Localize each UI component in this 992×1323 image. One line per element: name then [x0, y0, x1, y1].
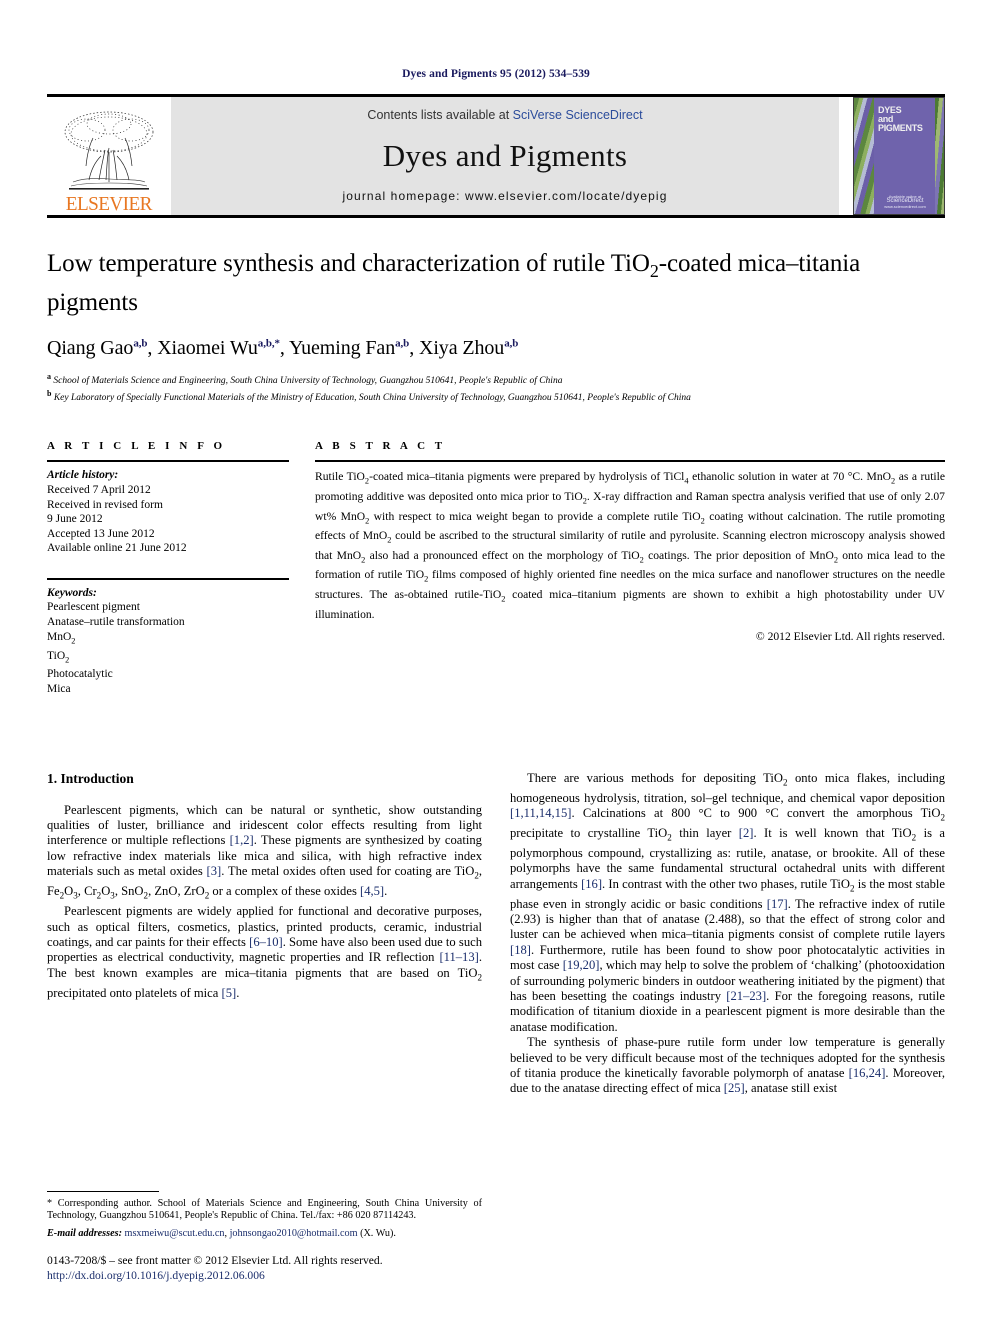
right-column: There are various methods for depositing… — [510, 771, 945, 1241]
journal-homepage[interactable]: journal homepage: www.elsevier.com/locat… — [343, 189, 668, 203]
affiliation-list: a School of Materials Science and Engine… — [47, 371, 945, 404]
citation-ref[interactable]: [17] — [767, 897, 788, 911]
keyword-item: TiO2 — [47, 649, 70, 664]
paragraph: Pearlescent pigments are widely applied … — [47, 904, 482, 1000]
corresponding-author-note: * Corresponding author. School of Materi… — [47, 1197, 482, 1222]
title-block: Low temperature synthesis and characteri… — [47, 218, 945, 404]
citation-ref[interactable]: [21–23] — [726, 989, 766, 1003]
article-info-heading: A R T I C L E I N F O — [47, 440, 226, 453]
citation-ref[interactable]: [3] — [207, 864, 222, 878]
contents-prefix: Contents lists available at — [367, 108, 513, 122]
paragraph: The synthesis of phase-pure rutile form … — [510, 1035, 945, 1096]
author-name: Yueming Fan — [288, 337, 396, 359]
author-affiliation-marks: a,b — [504, 337, 519, 350]
cover-footer: Available online at ScienceDirect www.sc… — [876, 194, 934, 209]
email-link-1[interactable]: msxmeiwu@scut.edu.cn — [125, 1228, 225, 1239]
footnote-rule — [47, 1190, 159, 1192]
page-title: Low temperature synthesis and characteri… — [47, 250, 861, 316]
paper-page: Dyes and Pigments 95 (2012) 534–539 ELSE… — [0, 0, 992, 1323]
keyword-item: Mica — [47, 683, 71, 696]
cover-foot-url: www.sciencedirect.com — [884, 204, 926, 209]
left-column: 1. Introduction Pearlescent pigments, wh… — [47, 771, 482, 1241]
affiliation-item: b Key Laboratory of Specially Functional… — [47, 388, 945, 405]
elsevier-tree-icon — [64, 111, 154, 190]
email-link-2[interactable]: johnsongao2010@hotmail.com — [230, 1228, 358, 1239]
keyword-item: Pearlescent pigment — [47, 601, 140, 614]
running-head: Dyes and Pigments 95 (2012) 534–539 — [402, 68, 590, 80]
citation-ref[interactable]: [25] — [724, 1081, 745, 1095]
cover-art-strip — [854, 98, 874, 214]
author-list: Qiang Gaoa,b, Xiaomei Wua,b,*, Yueming F… — [47, 337, 519, 359]
citation-ref[interactable]: [6–10] — [249, 935, 283, 949]
cover-title-text: DYES and PIGMENTS — [878, 106, 933, 133]
cover-art-strip-right — [935, 98, 944, 214]
doi-link[interactable]: http://dx.doi.org/10.1016/j.dyepig.2012.… — [47, 1269, 477, 1283]
cover-line-3: PIGMENTS — [878, 123, 923, 133]
citation-ref[interactable]: [4,5] — [360, 884, 384, 898]
masthead-center: Contents lists available at SciVerse Sci… — [171, 97, 839, 215]
abstract-text: Rutile TiO2-coated mica–titania pigments… — [315, 470, 946, 621]
abstract-copyright: © 2012 Elsevier Ltd. All rights reserved… — [755, 629, 945, 643]
citation-ref[interactable]: [11–13] — [439, 950, 478, 964]
author-name: Qiang Gao — [47, 337, 134, 359]
citation-ref[interactable]: [5] — [222, 986, 237, 1000]
affiliation-text: Key Laboratory of Specially Functional M… — [53, 392, 691, 403]
history-item: Received in revised form — [47, 498, 163, 511]
keywords-block: Keywords: Pearlescent pigment Anatase–ru… — [47, 580, 289, 697]
citation-ref[interactable]: [1,11,14,15] — [510, 806, 571, 820]
paragraph: There are various methods for depositing… — [510, 770, 946, 1034]
citation-ref[interactable]: [19,20] — [563, 958, 600, 972]
article-history: Article history: Received 7 April 2012 R… — [47, 462, 289, 556]
author-name: Xiya Zhou — [419, 337, 505, 359]
footer-issn-block: 0143-7208/$ – see front matter © 2012 El… — [47, 1254, 477, 1283]
email-suffix: (X. Wu). — [360, 1228, 396, 1240]
author-affiliation-marks: a,b — [133, 337, 148, 350]
elsevier-wordmark: ELSEVIER — [65, 193, 153, 215]
keyword-item: Anatase–rutile transformation — [47, 616, 185, 629]
abstract-column: A B S T R A C T Rutile TiO2-coated mica–… — [315, 440, 945, 696]
affiliation-item: a School of Materials Science and Engine… — [47, 371, 945, 388]
section-heading-introduction: 1. Introduction — [47, 770, 134, 786]
issn-line: 0143-7208/$ – see front matter © 2012 El… — [47, 1254, 383, 1268]
citation-ref[interactable]: [18] — [510, 943, 531, 957]
abstract-heading: A B S T R A C T — [315, 440, 446, 453]
article-history-label: Article history: — [47, 469, 119, 482]
email-note: E-mail addresses: msxmeiwu@scut.edu.cn, … — [47, 1228, 396, 1240]
sciencedirect-link[interactable]: SciVerse ScienceDirect — [513, 108, 643, 122]
history-item: 9 June 2012 — [47, 513, 103, 526]
author-name: Xiaomei Wu — [157, 337, 258, 359]
keyword-item: Photocatalytic — [47, 668, 113, 681]
article-info-column: A R T I C L E I N F O Article history: R… — [47, 440, 289, 696]
journal-masthead: ELSEVIER Contents lists available at Sci… — [47, 94, 945, 215]
citation-ref[interactable]: [2] — [739, 826, 754, 840]
author-affiliation-marks: a,b — [395, 337, 410, 350]
citation-ref[interactable]: [1,2] — [230, 833, 254, 847]
affiliation-text: School of Materials Science and Engineer… — [53, 376, 563, 387]
footnotes: * Corresponding author. School of Materi… — [47, 1190, 482, 1241]
affiliation-mark: b — [47, 388, 52, 398]
history-item: Accepted 13 June 2012 — [47, 527, 155, 540]
citation-ref[interactable]: [16] — [581, 877, 602, 891]
keywords-label: Keywords: — [47, 586, 97, 599]
author-affiliation-marks: a,b,* — [257, 337, 280, 350]
paragraph: Pearlescent pigments, which can be natur… — [47, 802, 482, 901]
elsevier-logo: ELSEVIER — [47, 97, 171, 215]
email-label: E-mail addresses: — [47, 1228, 122, 1240]
affiliation-mark: a — [47, 372, 51, 381]
citation-ref[interactable]: [16,24] — [849, 1066, 886, 1080]
info-abstract-region: A R T I C L E I N F O Article history: R… — [47, 440, 945, 696]
keyword-item: MnO2 — [47, 630, 76, 645]
history-item: Received 7 April 2012 — [47, 483, 151, 496]
journal-cover-thumbnail: DYES and PIGMENTS Available online at Sc… — [853, 97, 945, 215]
history-item: Available online 21 June 2012 — [47, 542, 187, 555]
journal-title: Dyes and Pigments — [382, 137, 628, 173]
contents-available-line: Contents lists available at SciVerse Sci… — [367, 108, 642, 122]
body-columns: 1. Introduction Pearlescent pigments, wh… — [47, 771, 945, 1241]
